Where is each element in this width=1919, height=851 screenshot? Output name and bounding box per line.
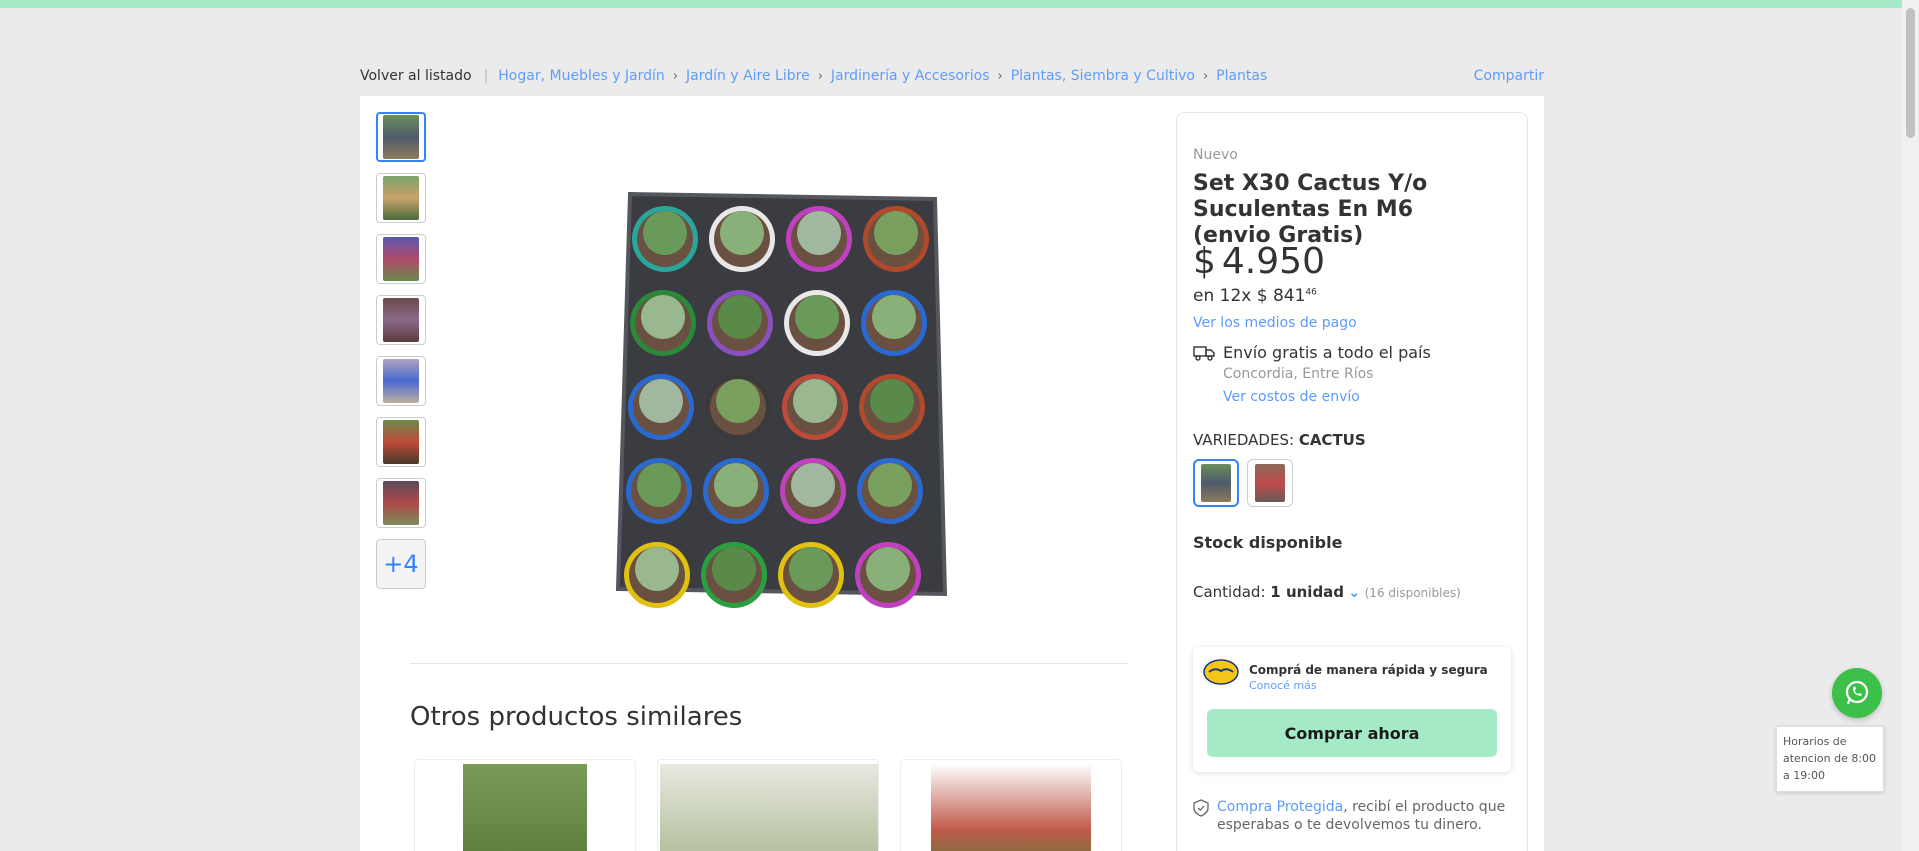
variants-selected: CACTUS — [1298, 431, 1366, 449]
similar-products-title: Otros productos similares — [410, 702, 743, 732]
price: $4.950 — [1193, 241, 1325, 282]
back-to-list-link[interactable]: Volver al listado — [360, 68, 472, 84]
thumbnail-6[interactable] — [376, 417, 426, 467]
thumbnail-5[interactable] — [376, 356, 426, 406]
thumbnail-list: +4 — [376, 112, 426, 600]
truck-icon — [1193, 346, 1215, 361]
price-value: 4.950 — [1221, 241, 1325, 282]
protected-purchase: Compra Protegida, recibí el producto que… — [1217, 798, 1507, 834]
whatsapp-icon — [1845, 680, 1869, 705]
currency-symbol: $ — [1193, 241, 1216, 282]
chevron-right-icon: › — [817, 68, 823, 84]
shipping-costs-link[interactable]: Ver costos de envío — [1223, 389, 1360, 405]
breadcrumb-item-plantas[interactable]: Plantas — [1216, 68, 1267, 84]
quantity-available: (16 disponibles) — [1364, 586, 1461, 600]
chevron-right-icon: › — [672, 68, 679, 84]
chevron-down-icon[interactable]: ⌄ — [1348, 583, 1361, 601]
quantity-value[interactable]: 1 unidad — [1270, 583, 1344, 601]
buy-now-button[interactable]: Comprar ahora — [1207, 709, 1497, 757]
top-accent-bar — [0, 0, 1919, 8]
share-link[interactable]: Compartir — [1474, 68, 1544, 84]
whatsapp-hours-tooltip: Horarios de atencion de 8:00 a 19:00 — [1776, 726, 1884, 792]
product-image — [931, 764, 1091, 851]
handshake-icon — [1203, 659, 1239, 685]
thumbnail-2[interactable] — [376, 173, 426, 223]
thumbnail-3[interactable] — [376, 234, 426, 284]
mercadopago-text: Comprá de manera rápida y segura — [1249, 663, 1488, 677]
buy-box: Nuevo Set X30 Cactus Y/o Suculentas En M… — [1176, 112, 1528, 851]
stock-label: Stock disponible — [1193, 533, 1343, 552]
variant-option-2[interactable] — [1247, 459, 1293, 507]
variants-label: VARIEDADES: CACTUS — [1193, 431, 1366, 449]
more-images-button[interactable]: +4 — [376, 539, 426, 589]
similar-product-card-2[interactable] — [657, 759, 879, 851]
learn-more-link[interactable]: Conocé más — [1249, 679, 1317, 692]
free-shipping-text: Envío gratis a todo el país — [1223, 343, 1431, 362]
product-image — [660, 764, 878, 851]
similar-product-card-3[interactable] — [900, 759, 1122, 851]
condition-label: Nuevo — [1193, 147, 1238, 163]
variant-option-cactus[interactable] — [1193, 459, 1239, 507]
protected-purchase-link[interactable]: Compra Protegida — [1217, 799, 1343, 815]
variants-label-text: VARIEDADES: — [1193, 431, 1299, 449]
product-main-panel: +4 Otros productos similares Nuevo Set X… — [360, 96, 1544, 851]
similar-product-card-1[interactable] — [414, 759, 636, 851]
seller-location: Concordia, Entre Ríos — [1223, 366, 1374, 382]
chevron-right-icon: › — [997, 68, 1003, 84]
breadcrumb-item-jardin[interactable]: Jardín y Aire Libre — [686, 68, 810, 84]
breadcrumb-item-hogar[interactable]: Hogar, Muebles y Jardín — [498, 68, 665, 84]
mercadopago-box: Comprá de manera rápida y segura Conocé … — [1193, 647, 1511, 772]
product-title: Set X30 Cactus Y/o Suculentas En M6 (env… — [1193, 171, 1428, 248]
thumbnail-7[interactable] — [376, 478, 426, 528]
shield-check-icon — [1193, 799, 1209, 817]
product-image — [463, 764, 587, 851]
breadcrumb: Volver al listado | Hogar, Muebles y Jar… — [360, 66, 1544, 86]
installments-text: en 12x $ 841 — [1193, 286, 1306, 306]
scrollbar[interactable] — [1902, 0, 1919, 851]
breadcrumb-item-jardineria[interactable]: Jardinería y Accesorios — [831, 68, 990, 84]
chevron-right-icon: › — [1202, 68, 1209, 84]
payment-methods-link[interactable]: Ver los medios de pago — [1193, 315, 1357, 331]
quantity-selector[interactable]: Cantidad: 1 unidad ⌄ (16 disponibles) — [1193, 583, 1461, 601]
installments-cents: 46 — [1305, 287, 1317, 298]
scrollbar-thumb[interactable] — [1906, 8, 1915, 138]
breadcrumb-item-plantas-siembra[interactable]: Plantas, Siembra y Cultivo — [1011, 68, 1195, 84]
thumbnail-1[interactable] — [376, 112, 426, 162]
product-main-image — [615, 191, 948, 608]
installments: en 12x $ 84146 — [1193, 286, 1317, 306]
thumbnail-4[interactable] — [376, 295, 426, 345]
breadcrumb-separator: | — [483, 68, 489, 84]
section-divider — [410, 663, 1128, 664]
quantity-label: Cantidad: — [1193, 583, 1271, 601]
whatsapp-button[interactable] — [1832, 668, 1882, 718]
